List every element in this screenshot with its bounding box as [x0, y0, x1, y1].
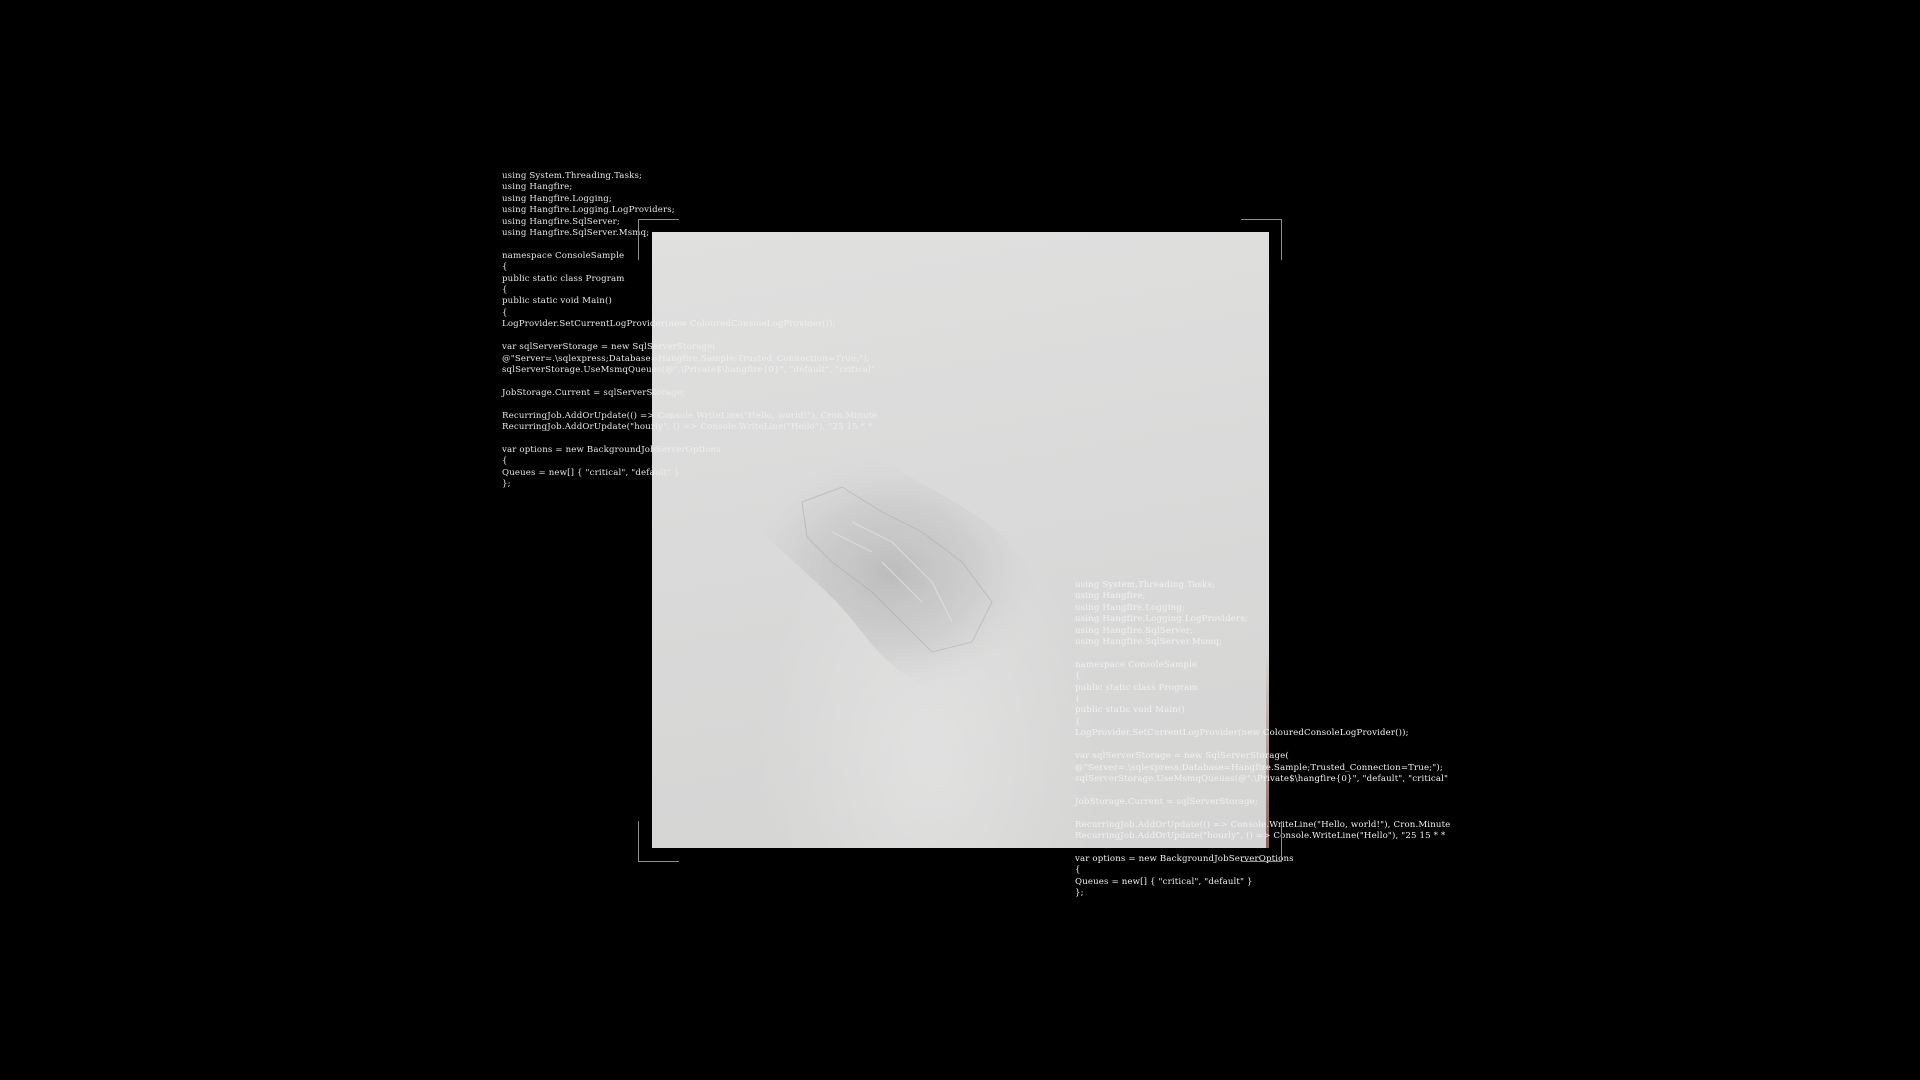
corner-mark-bottom-left — [638, 821, 679, 862]
code-line: namespace ConsoleSample — [502, 250, 625, 261]
code-line: }; — [502, 478, 511, 489]
code-line: using System.Threading.Tasks; — [502, 171, 643, 181]
code-line: var sqlServerStorage = new SqlServerStor… — [1075, 751, 1289, 762]
corner-mark-top-left — [638, 219, 679, 260]
code-line: using Hangfire.Logging.LogProviders; — [1075, 614, 1248, 625]
code-line: { — [502, 262, 508, 273]
code-line: using Hangfire; — [502, 182, 573, 193]
code-line: using Hangfire.Logging.LogProviders; — [502, 205, 675, 216]
code-line: using System.Threading.Tasks; — [1075, 580, 1216, 590]
code-line: { — [1075, 671, 1081, 682]
code-line: public static void Main() — [1075, 705, 1185, 716]
code-line: namespace ConsoleSample — [1075, 659, 1198, 670]
code-line: }; — [1075, 887, 1084, 898]
code-line: sqlServerStorage.UseMsmqQueues(@".\Priva… — [1075, 773, 1449, 784]
code-line: Queues = new[] { "critical", "default" } — [1075, 876, 1253, 887]
code-line: public static class Program — [502, 273, 625, 284]
code-line: { — [502, 285, 508, 296]
code-line: using Hangfire.SqlServer.Msmq; — [502, 228, 650, 239]
corner-mark-bottom-right — [1241, 821, 1282, 862]
video-frame: using System.Threading.Tasks; using Hang… — [0, 0, 1920, 1080]
code-line: { — [502, 307, 508, 318]
code-line: using Hangfire.Logging; — [502, 193, 612, 204]
code-line: using Hangfire.SqlServer.Msmq; — [1075, 637, 1223, 648]
code-line: using Hangfire.SqlServer; — [1075, 625, 1193, 636]
code-line: { — [502, 456, 508, 467]
code-line: using Hangfire.SqlServer; — [502, 216, 620, 227]
corner-mark-top-right — [1241, 219, 1282, 260]
code-line: public static void Main() — [502, 296, 612, 307]
code-line: { — [1075, 694, 1081, 705]
code-line: using Hangfire.Logging; — [1075, 602, 1185, 613]
code-line: @"Server=.\sqlexpress;Database=Hangfire.… — [1075, 762, 1443, 773]
code-line: JobStorage.Current = sqlServerStorage; — [1075, 796, 1258, 807]
code-line: using Hangfire; — [1075, 591, 1146, 602]
code-line: { — [1075, 865, 1081, 876]
crystal-icon — [743, 453, 1040, 694]
code-line: LogProvider.SetCurrentLogProvider(new Co… — [1075, 728, 1409, 739]
code-line: public static class Program — [1075, 682, 1198, 693]
code-line: { — [1075, 716, 1081, 727]
